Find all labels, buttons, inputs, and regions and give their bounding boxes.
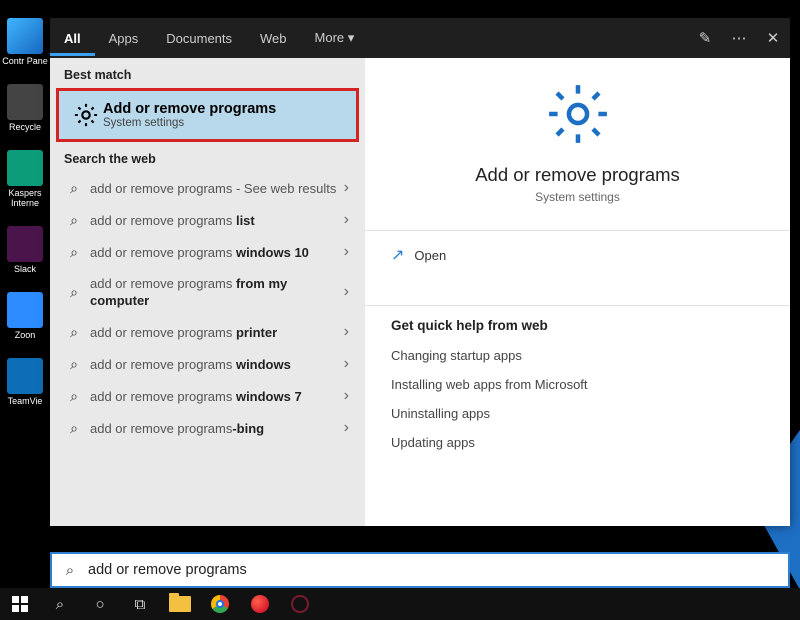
- search-input[interactable]: [88, 562, 788, 578]
- search-icon: ⌕: [64, 324, 84, 341]
- best-match-heading: Best match: [50, 58, 365, 88]
- desktop-icon-label: Contr Pane: [2, 56, 48, 66]
- desktop: Contr Pane Recycle Kaspers Interne Slack…: [0, 0, 50, 590]
- gear-icon: [544, 80, 612, 148]
- desktop-icon-label: TeamVie: [2, 396, 48, 406]
- taskbar-search-icon[interactable]: ⌕: [40, 588, 80, 620]
- web-result-item[interactable]: ⌕add or remove programs list›: [50, 204, 365, 236]
- results-list: Best match Add or remove programs System…: [50, 58, 365, 526]
- web-result-item[interactable]: ⌕add or remove programs windows 10›: [50, 236, 365, 268]
- quick-help-item[interactable]: Updating apps: [391, 428, 764, 457]
- best-match-result[interactable]: Add or remove programs System settings: [56, 88, 359, 142]
- open-icon: ↗: [391, 245, 404, 265]
- web-result-text: add or remove programs printer: [84, 324, 344, 341]
- search-icon: ⌕: [64, 388, 84, 405]
- web-result-item[interactable]: ⌕add or remove programs windows 7›: [50, 380, 365, 412]
- search-icon: ⌕: [64, 284, 84, 301]
- preview-title: Add or remove programs: [391, 164, 764, 186]
- desktop-icon-control-panel[interactable]: Contr Pane: [2, 18, 48, 66]
- desktop-icon-zoom[interactable]: Zoon: [2, 292, 48, 340]
- close-icon[interactable]: ✕: [756, 29, 790, 47]
- best-match-subtitle: System settings: [103, 117, 276, 129]
- search-icon: ⌕: [64, 420, 84, 437]
- open-label: Open: [414, 248, 446, 263]
- tab-web[interactable]: Web: [246, 21, 301, 56]
- web-result-text: add or remove programs - See web results: [84, 180, 344, 197]
- chevron-right-icon: ›: [344, 355, 359, 373]
- taskbar: ⌕ ○ ⧉: [0, 588, 800, 620]
- chrome-icon[interactable]: [200, 588, 240, 620]
- tab-all[interactable]: All: [50, 21, 95, 56]
- desktop-icon-kaspersky[interactable]: Kaspers Interne: [2, 150, 48, 208]
- quick-help-item[interactable]: Uninstalling apps: [391, 399, 764, 428]
- desktop-icon-teamviewer[interactable]: TeamVie: [2, 358, 48, 406]
- windows-search-flyout: All Apps Documents Web More ▾ ✎ ⋯ ✕ Best…: [50, 18, 790, 526]
- options-icon[interactable]: ⋯: [722, 29, 756, 47]
- desktop-icon-label: Zoon: [2, 330, 48, 340]
- chevron-right-icon: ›: [344, 387, 359, 405]
- chevron-right-icon: ›: [344, 243, 359, 261]
- opera-gx-icon[interactable]: [280, 588, 320, 620]
- chevron-right-icon: ›: [344, 179, 359, 197]
- web-result-item[interactable]: ⌕add or remove programs from my computer…: [50, 268, 365, 316]
- web-result-text: add or remove programs windows 7: [84, 388, 344, 405]
- cortana-icon[interactable]: ○: [80, 588, 120, 620]
- tab-more[interactable]: More ▾: [301, 20, 369, 56]
- opera-icon[interactable]: [240, 588, 280, 620]
- web-result-item[interactable]: ⌕add or remove programs-bing›: [50, 412, 365, 444]
- web-result-item[interactable]: ⌕add or remove programs - See web result…: [50, 172, 365, 204]
- search-icon: ⌕: [64, 244, 84, 261]
- tab-documents[interactable]: Documents: [152, 21, 246, 56]
- feedback-icon[interactable]: ✎: [688, 29, 722, 47]
- quick-help-item[interactable]: Changing startup apps: [391, 341, 764, 370]
- search-tabs: All Apps Documents Web More ▾ ✎ ⋯ ✕: [50, 18, 790, 58]
- search-web-heading: Search the web: [50, 142, 365, 172]
- desktop-icon-recycle-bin[interactable]: Recycle: [2, 84, 48, 132]
- search-row[interactable]: ⌕: [50, 552, 790, 588]
- desktop-icon-label: Kaspers Interne: [2, 188, 48, 208]
- web-result-text: add or remove programs from my computer: [84, 275, 344, 309]
- file-explorer-icon[interactable]: [160, 588, 200, 620]
- quick-help-heading: Get quick help from web: [391, 306, 764, 341]
- chevron-right-icon: ›: [344, 419, 359, 437]
- preview-subtitle: System settings: [391, 190, 764, 204]
- start-button[interactable]: [0, 588, 40, 620]
- result-preview-panel: Add or remove programs System settings ↗…: [365, 58, 790, 526]
- search-icon: ⌕: [64, 356, 84, 373]
- gear-icon: [69, 98, 103, 132]
- search-icon: ⌕: [52, 562, 88, 579]
- web-result-text: add or remove programs windows: [84, 356, 344, 373]
- best-match-title: Add or remove programs: [103, 101, 276, 117]
- chevron-right-icon: ›: [344, 211, 359, 229]
- web-result-text: add or remove programs-bing: [84, 420, 344, 437]
- tab-apps[interactable]: Apps: [95, 21, 153, 56]
- chevron-right-icon: ›: [344, 323, 359, 341]
- web-result-text: add or remove programs windows 10: [84, 244, 344, 261]
- quick-help-item[interactable]: Installing web apps from Microsoft: [391, 370, 764, 399]
- task-view-icon[interactable]: ⧉: [120, 588, 160, 620]
- chevron-right-icon: ›: [344, 283, 359, 301]
- web-result-text: add or remove programs list: [84, 212, 344, 229]
- open-action[interactable]: ↗ Open: [391, 231, 764, 279]
- web-result-item[interactable]: ⌕add or remove programs printer›: [50, 316, 365, 348]
- desktop-icon-label: Recycle: [2, 122, 48, 132]
- desktop-icon-label: Slack: [2, 264, 48, 274]
- search-icon: ⌕: [64, 212, 84, 229]
- search-icon: ⌕: [64, 180, 84, 197]
- web-result-item[interactable]: ⌕add or remove programs windows›: [50, 348, 365, 380]
- chevron-down-icon: ▾: [348, 30, 355, 45]
- desktop-icon-slack[interactable]: Slack: [2, 226, 48, 274]
